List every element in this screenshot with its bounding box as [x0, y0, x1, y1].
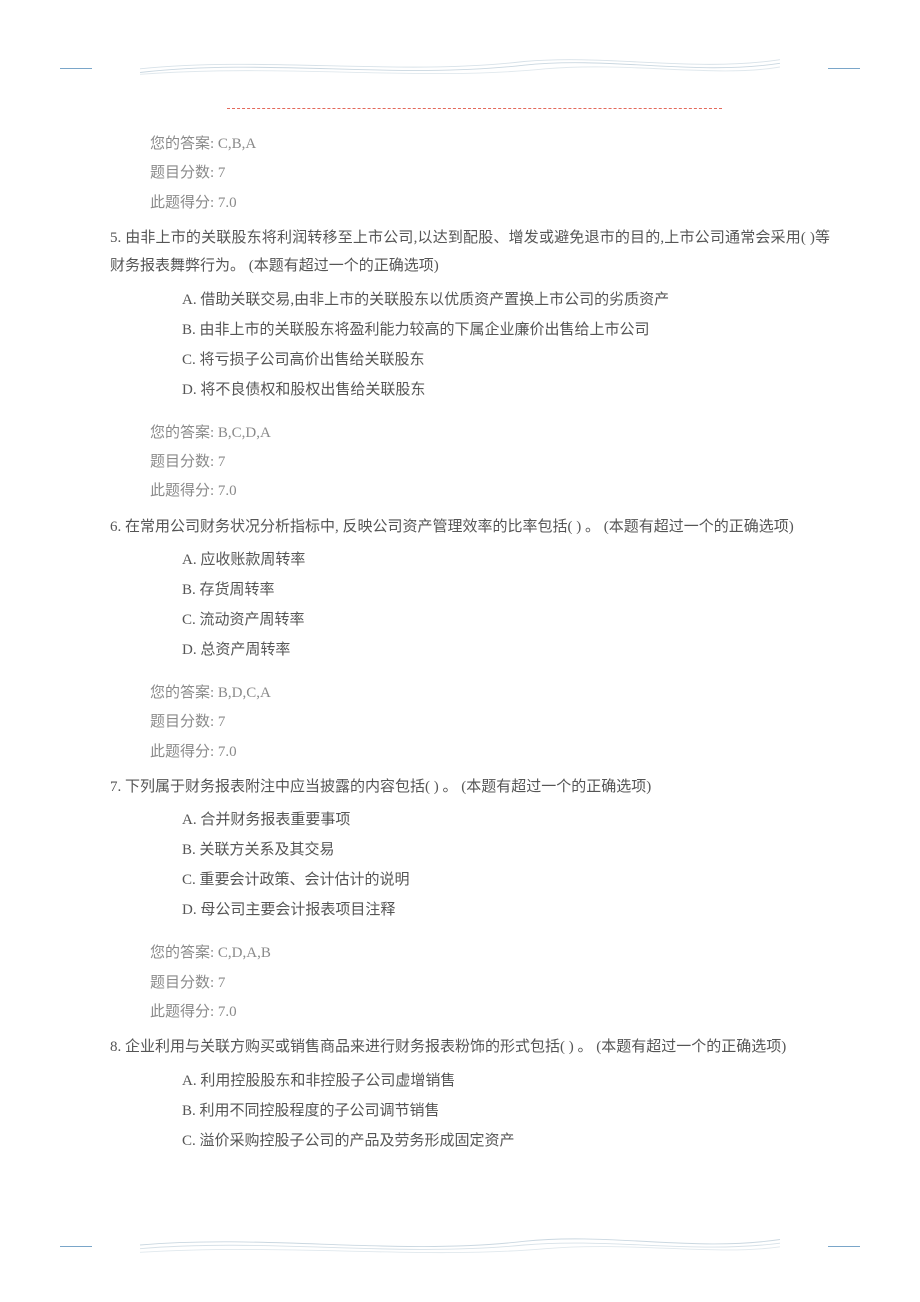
q7-options: A. 合并财务报表重要事项 B. 关联方关系及其交易 C. 重要会计政策、会计估…	[90, 805, 830, 925]
header-line-left	[60, 68, 92, 69]
q7-option-d: D. 母公司主要会计报表项目注释	[182, 895, 830, 925]
header-line-right	[828, 68, 860, 69]
question-score-value: 7	[218, 454, 226, 470]
footer-swoosh	[140, 1234, 780, 1256]
q7-number: 7.	[110, 779, 121, 795]
main-content: 您的答案: C,B,A 题目分数: 7 此题得分: 7.0 5. 由非上市的关联…	[90, 130, 830, 1156]
q5-option-a: A. 借助关联交易,由非上市的关联股东以优质资产置换上市公司的劣质资产	[182, 285, 830, 315]
question-score-line: 题目分数: 7	[150, 969, 830, 998]
q6-text: 在常用公司财务状况分析指标中, 反映公司资产管理效率的比率包括( ) 。 (本题…	[125, 519, 794, 535]
your-answer-line: 您的答案: B,C,D,A	[150, 419, 830, 448]
q4-answer-block: 您的答案: C,B,A 题目分数: 7 此题得分: 7.0	[90, 130, 830, 218]
obtained-score-label: 此题得分:	[150, 744, 214, 760]
q8-option-b: B. 利用不同控股程度的子公司调节销售	[182, 1096, 830, 1126]
obtained-score-value: 7.0	[218, 744, 237, 760]
obtained-score-value: 7.0	[218, 1004, 237, 1020]
your-answer-value: C,B,A	[218, 136, 256, 152]
document-page: 您的答案: C,B,A 题目分数: 7 此题得分: 7.0 5. 由非上市的关联…	[0, 0, 920, 1302]
header-ornament	[60, 56, 860, 84]
q5-option-c: C. 将亏损子公司高价出售给关联股东	[182, 345, 830, 375]
your-answer-label: 您的答案:	[150, 425, 214, 441]
header-swoosh	[140, 56, 780, 78]
q5-number: 5.	[110, 230, 121, 246]
q7-stem: 7. 下列属于财务报表附注中应当披露的内容包括( ) 。 (本题有超过一个的正确…	[90, 773, 830, 802]
footer-ornament	[60, 1234, 860, 1262]
obtained-score-value: 7.0	[218, 483, 237, 499]
your-answer-value: B,C,D,A	[218, 425, 271, 441]
q8-number: 8.	[110, 1039, 121, 1055]
q8-text: 企业利用与关联方购买或销售商品来进行财务报表粉饰的形式包括( ) 。 (本题有超…	[125, 1039, 786, 1055]
your-answer-value: B,D,C,A	[218, 685, 271, 701]
question-score-line: 题目分数: 7	[150, 708, 830, 737]
footer-line-right	[828, 1246, 860, 1247]
question-score-line: 题目分数: 7	[150, 448, 830, 477]
obtained-score-line: 此题得分: 7.0	[150, 189, 830, 218]
q8-option-a: A. 利用控股股东和非控股子公司虚增销售	[182, 1066, 830, 1096]
q6-option-c: C. 流动资产周转率	[182, 605, 830, 635]
q5-option-b: B. 由非上市的关联股东将盈利能力较高的下属企业廉价出售给上市公司	[182, 315, 830, 345]
q7-option-c: C. 重要会计政策、会计估计的说明	[182, 865, 830, 895]
question-score-label: 题目分数:	[150, 454, 214, 470]
your-answer-line: 您的答案: C,D,A,B	[150, 939, 830, 968]
q8-options: A. 利用控股股东和非控股子公司虚增销售 B. 利用不同控股程度的子公司调节销售…	[90, 1066, 830, 1156]
question-score-label: 题目分数:	[150, 165, 214, 181]
q5-options: A. 借助关联交易,由非上市的关联股东以优质资产置换上市公司的劣质资产 B. 由…	[90, 285, 830, 405]
q7-answer-block: 您的答案: C,D,A,B 题目分数: 7 此题得分: 7.0	[90, 939, 830, 1027]
obtained-score-label: 此题得分:	[150, 1004, 214, 1020]
obtained-score-value: 7.0	[218, 195, 237, 211]
q5-option-d: D. 将不良债权和股权出售给关联股东	[182, 375, 830, 405]
your-answer-label: 您的答案:	[150, 136, 214, 152]
question-score-value: 7	[218, 165, 226, 181]
your-answer-label: 您的答案:	[150, 685, 214, 701]
your-answer-line: 您的答案: C,B,A	[150, 130, 830, 159]
q5-answer-block: 您的答案: B,C,D,A 题目分数: 7 此题得分: 7.0	[90, 419, 830, 507]
your-answer-label: 您的答案:	[150, 945, 214, 961]
q6-option-b: B. 存货周转率	[182, 575, 830, 605]
your-answer-line: 您的答案: B,D,C,A	[150, 679, 830, 708]
q6-number: 6.	[110, 519, 121, 535]
question-score-label: 题目分数:	[150, 714, 214, 730]
obtained-score-line: 此题得分: 7.0	[150, 477, 830, 506]
obtained-score-line: 此题得分: 7.0	[150, 998, 830, 1027]
question-score-value: 7	[218, 714, 226, 730]
q6-answer-block: 您的答案: B,D,C,A 题目分数: 7 此题得分: 7.0	[90, 679, 830, 767]
question-score-value: 7	[218, 975, 226, 991]
q6-option-a: A. 应收账款周转率	[182, 545, 830, 575]
obtained-score-line: 此题得分: 7.0	[150, 738, 830, 767]
red-dashed-separator	[227, 108, 722, 109]
q5-text: 由非上市的关联股东将利润转移至上市公司,以达到配股、增发或避免退市的目的,上市公…	[110, 230, 830, 275]
obtained-score-label: 此题得分:	[150, 483, 214, 499]
q7-text: 下列属于财务报表附注中应当披露的内容包括( ) 。 (本题有超过一个的正确选项)	[125, 779, 651, 795]
q7-option-b: B. 关联方关系及其交易	[182, 835, 830, 865]
question-score-line: 题目分数: 7	[150, 159, 830, 188]
footer-line-left	[60, 1246, 92, 1247]
q6-stem: 6. 在常用公司财务状况分析指标中, 反映公司资产管理效率的比率包括( ) 。 …	[90, 513, 830, 542]
q8-option-c: C. 溢价采购控股子公司的产品及劳务形成固定资产	[182, 1126, 830, 1156]
q7-option-a: A. 合并财务报表重要事项	[182, 805, 830, 835]
q8-stem: 8. 企业利用与关联方购买或销售商品来进行财务报表粉饰的形式包括( ) 。 (本…	[90, 1033, 830, 1062]
q5-stem: 5. 由非上市的关联股东将利润转移至上市公司,以达到配股、增发或避免退市的目的,…	[90, 224, 830, 281]
obtained-score-label: 此题得分:	[150, 195, 214, 211]
question-score-label: 题目分数:	[150, 975, 214, 991]
q6-options: A. 应收账款周转率 B. 存货周转率 C. 流动资产周转率 D. 总资产周转率	[90, 545, 830, 665]
q6-option-d: D. 总资产周转率	[182, 635, 830, 665]
your-answer-value: C,D,A,B	[218, 945, 271, 961]
